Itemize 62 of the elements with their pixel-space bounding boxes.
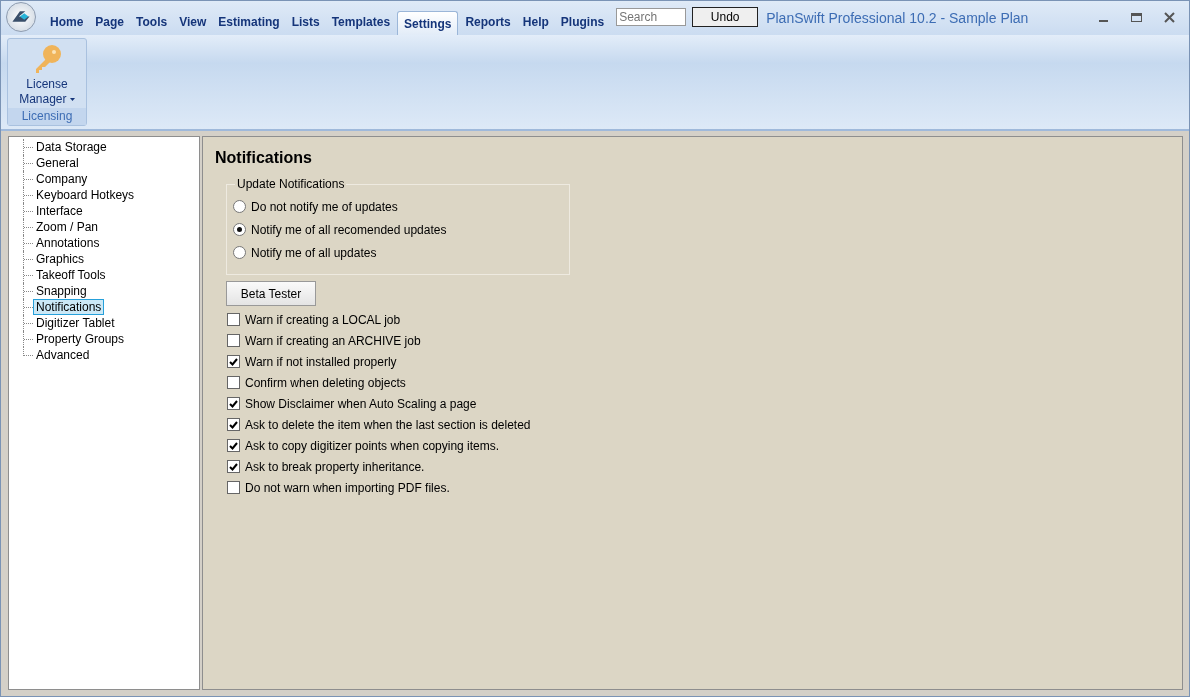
option-label: Notify me of all updates xyxy=(251,245,377,260)
checkbox[interactable] xyxy=(227,376,240,389)
ribbon-tab[interactable]: Page xyxy=(90,11,130,35)
checkbox-label: Ask to delete the item when the last section is deleted xyxy=(245,417,531,432)
checkbox[interactable] xyxy=(227,418,240,431)
checkbox-label: Warn if creating a LOCAL job xyxy=(245,312,401,327)
ribbon-tab[interactable]: Estimating xyxy=(213,11,285,35)
ribbon-tab[interactable]: Help xyxy=(517,11,554,35)
tree-item[interactable]: Takeoff Tools xyxy=(33,267,109,283)
tree-item[interactable]: Zoom / Pan xyxy=(33,219,102,235)
beta-tester-button[interactable]: Beta Tester xyxy=(226,281,316,306)
tree-item[interactable]: General xyxy=(33,155,82,171)
caret-icon xyxy=(69,98,75,102)
undo-button[interactable]: Undo xyxy=(692,7,759,27)
checkbox-label: Confirm when deleting objects xyxy=(245,375,406,390)
tree-item[interactable]: Property Groups xyxy=(33,331,128,347)
checkbox-label: Do not warn when importing PDF files. xyxy=(245,480,450,495)
ribbon-tab[interactable]: Tools xyxy=(131,11,173,35)
checkbox[interactable] xyxy=(227,439,240,452)
ribbon-tab[interactable]: Home xyxy=(45,11,89,35)
radio-button[interactable] xyxy=(233,223,246,236)
checkbox-label: Show Disclaimer when Auto Scaling a page xyxy=(245,396,477,411)
option-label: Do not notify me of updates xyxy=(251,199,398,214)
checkbox-label: Warn if creating an ARCHIVE job xyxy=(245,333,421,348)
checkbox[interactable] xyxy=(227,313,240,326)
group-label: Update Notifications xyxy=(236,177,346,191)
ribbon-tab[interactable]: Reports xyxy=(460,11,516,35)
tree-item[interactable]: Notifications xyxy=(33,299,105,315)
option-label: Notify me of all recomended updates xyxy=(251,222,447,237)
logo-icon xyxy=(10,9,32,24)
checkbox-label: Ask to break property inheritance. xyxy=(245,459,425,474)
radio-button[interactable] xyxy=(233,246,246,259)
tree-item[interactable]: Company xyxy=(33,171,91,187)
maximize-icon[interactable] xyxy=(1131,12,1142,23)
tree-item[interactable]: Snapping xyxy=(33,283,90,299)
ribbon-tab[interactable]: Settings xyxy=(397,11,459,35)
search-field[interactable]: Search xyxy=(616,8,687,26)
checkbox[interactable] xyxy=(227,460,240,473)
group-label: Licensing xyxy=(8,108,86,125)
tree-item[interactable]: Data Storage xyxy=(33,139,110,155)
ribbon-tab[interactable]: Plugins xyxy=(555,11,610,35)
tree-item[interactable]: Advanced xyxy=(33,347,93,363)
ribbon-tab[interactable]: View xyxy=(174,11,212,35)
tree-item[interactable]: Digitizer Tablet xyxy=(33,315,118,331)
checkbox-label: Warn if not installed properly xyxy=(245,354,397,369)
panel-title: Notifications xyxy=(215,149,313,167)
checkbox[interactable] xyxy=(227,397,240,410)
close-icon[interactable] xyxy=(1164,12,1175,23)
tree-item[interactable]: Keyboard Hotkeys xyxy=(33,187,138,203)
checkbox-label: Ask to copy digitizer points when copying items. xyxy=(245,438,500,453)
ribbon-tab[interactable]: Templates xyxy=(326,11,396,35)
ribbon-tab[interactable]: Lists xyxy=(286,11,325,35)
tree-item[interactable]: Interface xyxy=(33,203,86,219)
radio-button[interactable] xyxy=(233,200,246,213)
checkbox[interactable] xyxy=(227,481,240,494)
checkbox[interactable] xyxy=(227,334,240,347)
window-title: PlanSwift Professional 10.2 - Sample Plan xyxy=(766,10,1030,26)
tree-item[interactable]: Annotations xyxy=(33,235,103,251)
checkbox[interactable] xyxy=(227,355,240,368)
app-menu-button[interactable] xyxy=(6,1,36,32)
license-manager-button[interactable]: License Manager xyxy=(19,39,75,108)
tree-item[interactable]: Graphics xyxy=(33,251,88,267)
